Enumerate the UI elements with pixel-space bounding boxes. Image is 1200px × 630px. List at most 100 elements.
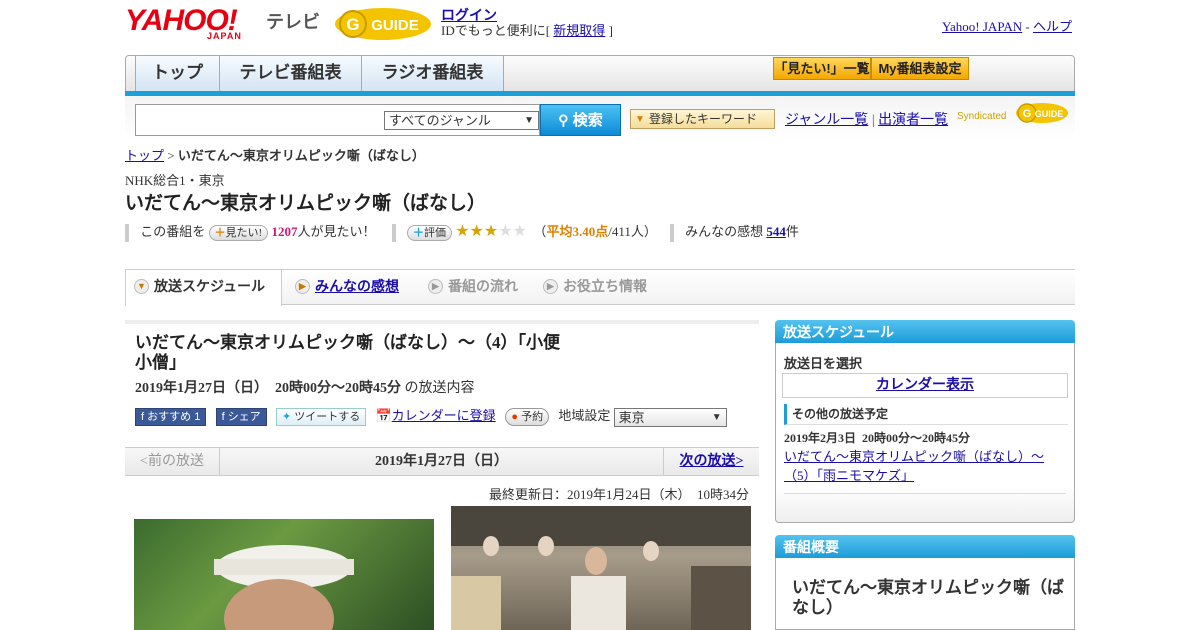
genre-selected: すべてのジャンル [389,113,491,128]
impressions-unit: 件 [785,224,799,239]
summary-side-head: 番組概要 [775,535,1075,559]
my-schedule-button[interactable]: My番組表設定 [871,57,969,80]
last-updated: 最終更新日：2019年1月24日（木） 10時34分 [488,487,749,502]
tab-radio-schedule[interactable]: ラジオ番組表 [362,56,504,91]
rating-star-icon: ★ [512,223,527,240]
tab-info: ▶ お役立ち情報 [535,270,670,304]
circle-arrow-icon: ▶ [543,279,558,294]
tab-schedule[interactable]: ▼ 放送スケジュール [125,270,282,306]
gguide-text: GUIDE [371,17,419,34]
service-label: テレビ [266,12,320,32]
select-date-label: 放送日を選択 [784,356,863,371]
tab-top[interactable]: トップ [135,56,220,91]
rating-count: /411人） [608,224,657,239]
rating-star-icon: ★ [498,223,513,240]
genre-list-link[interactable]: ジャンル一覧 [785,113,868,128]
rating-average: 平均3.40点 [546,224,609,239]
region-select[interactable]: 東京 ▼ [613,407,727,427]
calendar-link[interactable]: カレンダーに登録 [392,408,496,423]
mitai-count: 1207 [271,224,298,239]
genre-select[interactable]: すべてのジャンル ▼ [384,111,539,130]
performer-list-link[interactable]: 出演者一覧 [878,113,948,128]
search-icon: ⚲ [558,112,569,128]
register-link[interactable]: 新規取得 [553,23,605,38]
summary-title: いだてん～東京オリムピック噺（ばなし） [792,578,1064,617]
prev-broadcast: <前の放送 [125,448,220,475]
main-nav: トップ テレビ番組表 ラジオ番組表 「見たい!」一覧 My番組表設定 [125,55,1075,92]
recommend-button[interactable]: f おすすめ 1 [135,408,207,427]
svg-text:G: G [1023,108,1032,120]
syndicated-gguide-logo: Syndicated G GUIDE [957,101,1069,125]
tab-schedule-label: 放送スケジュール [154,278,266,294]
side-divider [784,493,1066,494]
search-button[interactable]: ⚲ 検索 [540,104,621,136]
share-label: シェア [227,411,261,424]
rating-star-icon: ★ [469,223,484,240]
pager-current-date: 2019年1月27日（日） [375,454,508,469]
tab-impressions-label: みんなの感想 [315,278,399,294]
yahoo-japan-link[interactable]: Yahoo! JAPAN [942,19,1022,34]
channel-label: NHK総合1・東京 [125,173,225,188]
mitai-suffix: 人が見たい！ [297,224,376,239]
syndicated-gguide-text: GUIDE [1035,109,1064,119]
breadcrumb-current: いだてん～東京オリムピック噺（ばなし） [177,148,425,163]
social-row: f おすすめ 1 f シェア ✦ ツイートする 📅カレンダーに登録 ● 予約 地… [135,405,727,427]
record-dot-icon: ● [511,411,519,424]
other-schedule-time: 2019年2月3日 20時00分～20時45分 [784,431,971,445]
rate-button[interactable]: ＋評価 [406,225,452,242]
circle-arrow-icon: ▼ [134,279,149,294]
plus-icon: ＋ [412,227,424,240]
next-broadcast-link[interactable]: 次の放送> [663,448,759,475]
mitai-button-label: 見たい! [225,227,263,240]
calendar-button[interactable]: カレンダー表示 [782,373,1068,398]
triangle-down-icon: ▼ [635,114,645,125]
login-sub-prefix: IDでもっと便利に[ [441,23,551,38]
program-stats: この番組を ＋見たい! 1207人が見たい！ ＋評価 ★★★★★ （平均3.40… [125,221,799,243]
tab-tv-schedule[interactable]: テレビ番組表 [220,56,362,91]
search-links: ジャンル一覧 | 出演者一覧 [785,109,948,129]
tab-impressions[interactable]: ▶ みんなの感想 [287,270,422,304]
keyword-button[interactable]: ▼ 登録したキーワード [630,109,775,129]
circle-arrow-icon: ▶ [428,279,443,294]
facebook-icon: f [221,411,225,424]
reserve-button[interactable]: ● 予約 [505,408,550,427]
page-title: いだてん～東京オリムピック噺（ばなし） [125,193,487,214]
region-label: 地域設定 [558,408,611,423]
link-divider: | [871,113,875,128]
tab-flow: ▶ 番組の流れ [420,270,535,304]
next-broadcast-label[interactable]: 次の放送> [680,454,744,469]
calendar-button-label[interactable]: カレンダー表示 [876,378,974,393]
tweet-label: ツイートする [294,411,361,424]
impressions-label: みんなの感想 [685,224,764,239]
search-button-label: 検索 [572,112,603,129]
gguide-logo[interactable]: G GUIDE [333,6,433,42]
facebook-icon: f [141,411,145,424]
impressions-count-link[interactable]: 544 [766,224,786,239]
rating-stars: ★★★★★ [455,223,527,240]
reserve-label: 予約 [521,411,544,424]
rating-open: （ [533,224,547,239]
broadcast-pager: <前の放送 2019年1月27日（日） 次の放送> [125,447,759,476]
help-link[interactable]: ヘルプ [1033,19,1072,34]
mitai-button[interactable]: ＋見たい! [208,225,269,242]
other-schedule-link[interactable]: いだてん～東京オリムピック噺（ばなし）～（5）「雨ニモマケズ」 [784,447,1054,485]
summary-side-box: いだてん～東京オリムピック噺（ばなし） [775,558,1075,630]
episode-photo-1 [134,519,434,630]
syndicated-label: Syndicated [957,111,1006,122]
keyword-button-label: 登録したキーワード [649,112,758,126]
mitai-list-button[interactable]: 「見たい!」一覧 [773,57,871,80]
divider-bar [391,224,396,243]
tweet-button[interactable]: ✦ ツイートする [275,408,367,427]
yahoo-japan-logo[interactable]: YAHOO! JAPAN [125,6,261,42]
dropdown-arrow-icon: ▼ [711,411,722,423]
logo-sub: JAPAN [207,31,242,41]
episode-title: いだてん～東京オリムピック噺（ばなし）～（4）「小便小僧」 [135,333,560,372]
recommend-label: おすすめ [147,411,192,424]
breadcrumb: トップ > いだてん～東京オリムピック噺（ばなし） [125,145,425,164]
breadcrumb-top[interactable]: トップ [125,148,164,163]
twitter-icon: ✦ [281,411,292,424]
rating-star-icon: ★ [455,223,470,240]
schedule-side-head: 放送スケジュール [775,320,1075,344]
share-button[interactable]: f シェア [215,408,267,427]
rate-button-label: 評価 [423,227,446,240]
